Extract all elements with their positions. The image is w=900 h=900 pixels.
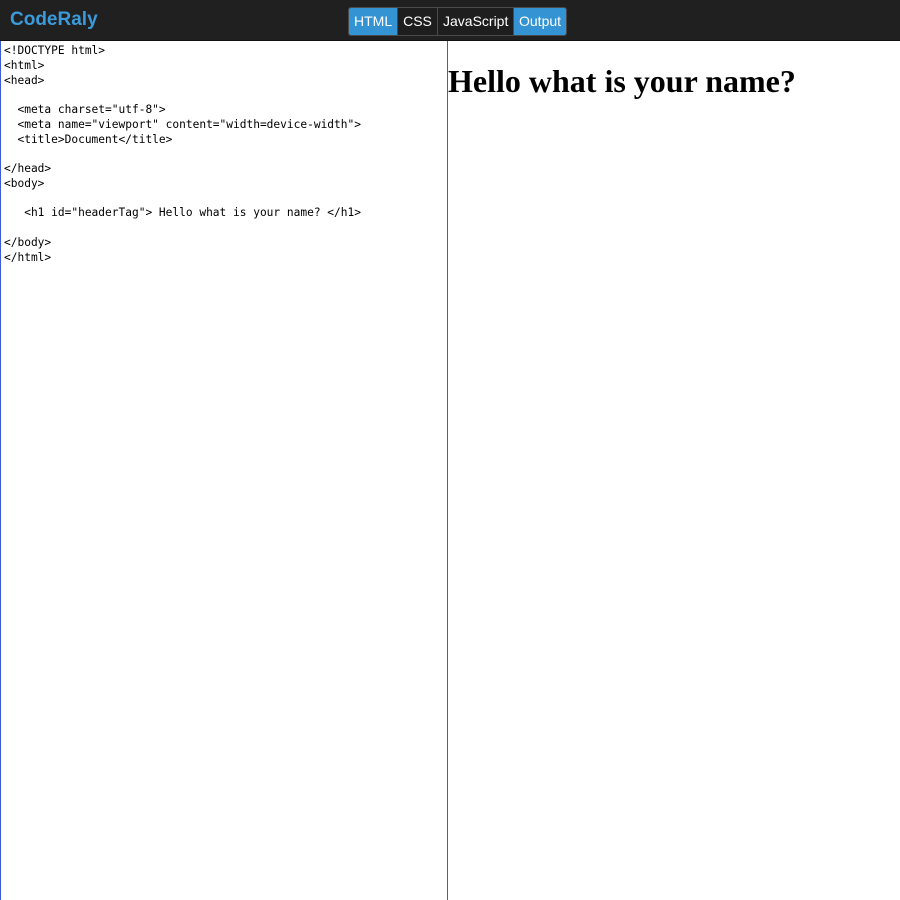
panel-tabs: HTML CSS JavaScript Output	[348, 7, 567, 36]
code-line: <meta charset="utf-8">	[4, 103, 166, 116]
tab-css[interactable]: CSS	[398, 8, 438, 35]
code-line: </body>	[4, 235, 52, 249]
code-line: <html>	[4, 58, 45, 72]
top-bar: CodeRaly HTML CSS JavaScript Output	[0, 0, 900, 41]
output-heading: Hello what is your name?	[448, 63, 796, 99]
tab-html[interactable]: HTML	[349, 8, 398, 35]
app-logo: CodeRaly	[10, 9, 98, 30]
tab-javascript[interactable]: JavaScript	[438, 8, 514, 35]
code-line: </html>	[4, 250, 52, 264]
code-line: </head>	[4, 162, 52, 175]
tab-output[interactable]: Output	[514, 8, 566, 35]
code-line: <title>Document</title>	[4, 132, 173, 146]
code-line: <head>	[4, 73, 45, 87]
code-text[interactable]: <!DOCTYPE html> <html> <head> <meta charse…	[1, 41, 447, 265]
code-line: <body>	[4, 176, 45, 190]
code-line: <!DOCTYPE html>	[4, 44, 106, 57]
code-line: <h1 id="headerTag"> Hello what is your n…	[4, 206, 361, 220]
html-editor[interactable]: <!DOCTYPE html> <html> <head> <meta charse…	[0, 41, 448, 900]
code-line: <meta name="viewport" content="width=dev…	[4, 117, 361, 131]
output-preview: Hello what is your name?	[448, 41, 900, 900]
